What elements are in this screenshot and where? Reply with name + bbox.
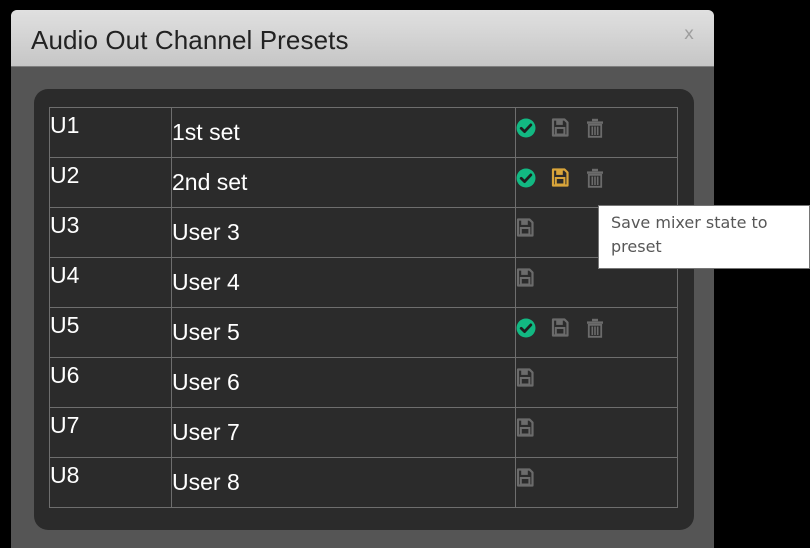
presets-table: U1 1st set U2 2nd set U3 User 3 U4 User 4 U5 User… [49, 107, 678, 508]
preset-id: U8 [50, 462, 80, 488]
save-icon[interactable] [516, 418, 534, 438]
preset-id-cell: U5 [49, 307, 172, 358]
preset-name[interactable]: User 4 [172, 269, 240, 296]
presets-dialog: Audio Out Channel Presets x U1 1st set U2 2… [11, 10, 714, 548]
save-icon[interactable] [516, 468, 534, 488]
preset-id-cell: U3 [49, 207, 172, 258]
save-tooltip: Save mixer state to preset [598, 205, 810, 269]
check-icon[interactable] [516, 168, 536, 188]
preset-name-cell[interactable]: 1st set [171, 107, 516, 158]
preset-name[interactable]: 1st set [172, 119, 240, 146]
title-bar: Audio Out Channel Presets x [11, 10, 714, 67]
preset-name[interactable]: User 3 [172, 219, 240, 246]
preset-actions-cell [515, 457, 678, 508]
presets-panel: U1 1st set U2 2nd set U3 User 3 U4 User 4 U5 User… [34, 89, 694, 530]
preset-id: U4 [50, 262, 80, 288]
preset-name-cell[interactable]: User 7 [171, 407, 516, 458]
preset-name[interactable]: User 6 [172, 369, 240, 396]
save-icon[interactable] [551, 118, 569, 138]
preset-id-cell: U6 [49, 357, 172, 408]
preset-name-cell[interactable]: User 4 [171, 257, 516, 308]
preset-id-cell: U4 [49, 257, 172, 308]
save-icon[interactable] [516, 368, 534, 388]
check-icon[interactable] [516, 318, 536, 338]
preset-id: U1 [50, 112, 80, 138]
preset-name-cell[interactable]: User 8 [171, 457, 516, 508]
preset-actions-cell [515, 357, 678, 408]
preset-name-cell[interactable]: 2nd set [171, 157, 516, 208]
preset-id: U3 [50, 212, 80, 238]
preset-row[interactable]: U3 User 3 [49, 207, 678, 258]
dialog-title: Audio Out Channel Presets [31, 25, 349, 55]
preset-row[interactable]: U4 User 4 [49, 257, 678, 308]
preset-id: U7 [50, 412, 80, 438]
preset-row[interactable]: U2 2nd set [49, 157, 678, 208]
preset-id-cell: U8 [49, 457, 172, 508]
trash-icon[interactable] [586, 168, 604, 188]
preset-actions-cell [515, 107, 678, 158]
preset-row[interactable]: U7 User 7 [49, 407, 678, 458]
save-icon[interactable] [516, 218, 534, 238]
preset-actions-cell [515, 157, 678, 208]
preset-name[interactable]: 2nd set [172, 169, 247, 196]
preset-id-cell: U7 [49, 407, 172, 458]
preset-name[interactable]: User 5 [172, 319, 240, 346]
preset-name-cell[interactable]: User 6 [171, 357, 516, 408]
preset-row[interactable]: U8 User 8 [49, 457, 678, 508]
preset-row[interactable]: U5 User 5 [49, 307, 678, 358]
preset-id-cell: U1 [49, 107, 172, 158]
check-icon[interactable] [516, 118, 536, 138]
preset-actions-cell [515, 307, 678, 358]
trash-icon[interactable] [586, 118, 604, 138]
preset-id: U5 [50, 312, 80, 338]
preset-id: U2 [50, 162, 80, 188]
close-icon[interactable]: x [684, 24, 694, 44]
preset-actions-cell [515, 407, 678, 458]
trash-icon[interactable] [586, 318, 604, 338]
preset-row[interactable]: U1 1st set [49, 107, 678, 158]
preset-id-cell: U2 [49, 157, 172, 208]
save-icon[interactable] [551, 318, 569, 338]
preset-name[interactable]: User 8 [172, 469, 240, 496]
preset-name[interactable]: User 7 [172, 419, 240, 446]
preset-name-cell[interactable]: User 3 [171, 207, 516, 258]
preset-id: U6 [50, 362, 80, 388]
save-icon[interactable] [516, 268, 534, 288]
save-icon[interactable] [551, 168, 569, 188]
preset-name-cell[interactable]: User 5 [171, 307, 516, 358]
preset-row[interactable]: U6 User 6 [49, 357, 678, 408]
